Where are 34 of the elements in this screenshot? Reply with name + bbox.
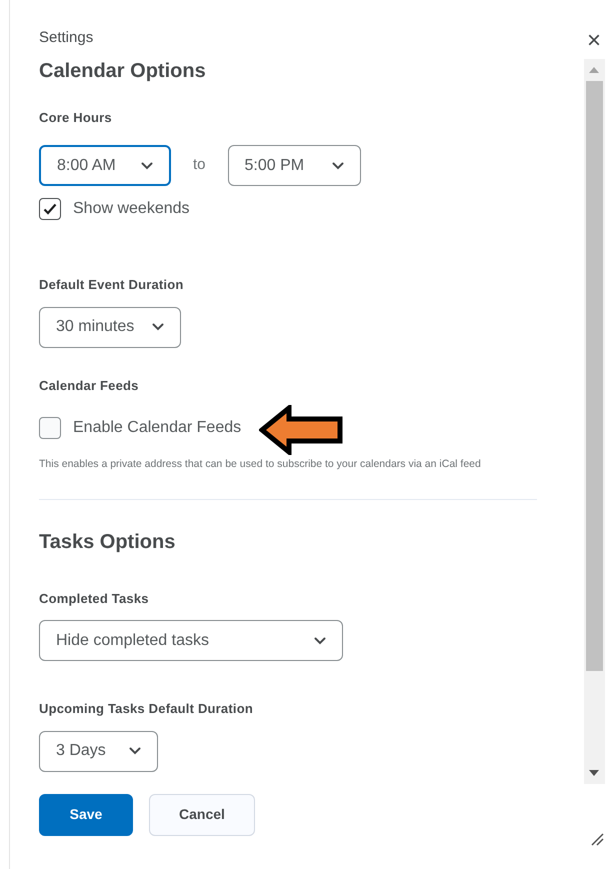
field-label: Core Hours [39,108,113,126]
checkbox-label: Show weekends [73,199,190,219]
dropdown-select[interactable]: Hide completed tasks [39,620,343,662]
chevron-down-icon [129,747,141,756]
field-label: Upcoming Tasks Default Duration [39,700,254,718]
dropdown-select[interactable]: 8:00 AM [39,145,171,186]
chevron-down-icon [332,162,344,170]
dropdown-select[interactable]: 30 minutes [39,306,181,348]
dropdown-select[interactable]: 5:00 PM [228,145,361,186]
scrollbar[interactable] [584,59,604,784]
section-heading: Calendar Options [39,58,207,84]
field-label: Calendar Feeds [39,376,140,394]
cancel-button[interactable]: Cancel [149,794,255,836]
checkbox[interactable] [39,417,61,439]
close-button[interactable]: × [586,29,601,53]
help-text: This enables a private address that can be used to subscribe to your calendars via an iCal feed [39,457,482,472]
scroll-down-icon[interactable] [589,770,599,776]
scrollbar-thumb[interactable] [586,81,602,671]
checkbox[interactable] [39,198,61,220]
section-heading: Tasks Options [39,530,176,555]
chevron-down-icon [141,162,153,170]
scroll-up-icon[interactable] [589,67,599,73]
chevron-down-icon [314,636,326,645]
field-label: Default Event Duration [39,276,185,294]
checkbox-label: Enable Calendar Feeds [73,418,242,438]
arrow-left-icon [259,405,344,455]
dialog-subtitle: Settings [39,28,94,48]
resize-grip-icon[interactable] [590,832,604,846]
range-separator: to [193,155,206,176]
field-label: Completed Tasks [39,590,150,608]
chevron-down-icon [152,323,164,331]
save-button[interactable]: Save [39,794,133,836]
dropdown-select[interactable]: 3 Days [39,730,158,772]
checkmark-icon [43,203,57,215]
